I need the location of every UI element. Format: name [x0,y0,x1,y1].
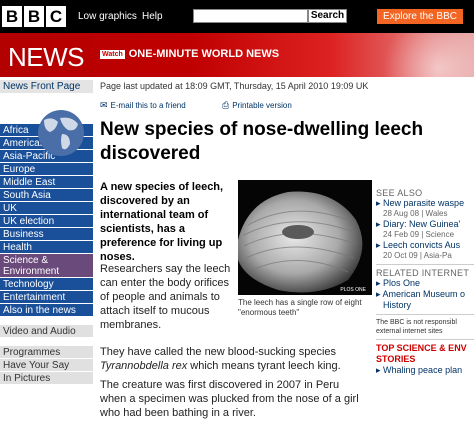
sidebar-item-have-your-say[interactable]: Have Your Say [0,359,93,372]
right-column: SEE ALSO ▸ New parasite waspe 28 Aug 08 … [376,188,474,376]
divider [376,339,474,340]
sidebar-spacer [0,338,93,346]
see-also-meta: 24 Feb 09 | Science [383,230,455,239]
sidebar-nav: News Front Page Africa Americas Asia-Pac… [0,80,93,421]
world-map-area [0,94,93,156]
photo-credit: PLOS ONE [340,287,366,293]
related-link-plos[interactable]: ▸ Plos One [376,278,474,289]
divider [376,314,474,315]
paragraph-text: They have called the new blood-sucking s… [100,346,337,358]
see-also-link[interactable]: ▸ New parasite waspe [376,198,474,209]
bbc-logo[interactable]: B B C [2,6,66,27]
sidebar-spacer [0,317,93,325]
printer-icon: ⎙ [222,100,230,110]
see-also-link[interactable]: ▸ Leech convicts Aus [376,240,474,251]
email-link[interactable]: ✉ E-mail this to a friend [100,100,186,111]
top-story-link[interactable]: ▸ Whaling peace plan [376,365,474,376]
leech-image: PLOS ONE [238,180,372,295]
sidebar-item-in-pictures[interactable]: In Pictures [0,372,93,385]
paragraph-text: which means tyrant leech king. [187,360,341,372]
sidebar-item-also-in-news[interactable]: Also in the news [0,304,93,317]
divider [376,264,474,265]
sidebar-item-uk[interactable]: UK [0,202,93,215]
sidebar-item-south-asia[interactable]: South Asia [0,189,93,202]
sidebar-item-programmes[interactable]: Programmes [0,346,93,359]
sidebar-item-science-environment[interactable]: Science & Environment [0,254,93,278]
explore-bbc-button[interactable]: Explore the BBC [377,9,463,24]
article-paragraph: Researchers say the leech can enter the … [100,263,231,331]
sidebar-item-entertainment[interactable]: Entertainment [0,291,93,304]
see-also-link[interactable]: ▸ Diary: New Guinea' [376,219,474,230]
sidebar-item-europe[interactable]: Europe [0,163,93,176]
search-button[interactable]: Search [308,9,347,23]
one-minute-news-link[interactable]: Watch ONE-MINUTE WORLD NEWS [100,48,279,60]
sidebar-item-health[interactable]: Health [0,241,93,254]
sidebar-item-uk-election[interactable]: UK election [0,215,93,228]
print-link-label: Printable version [232,101,292,110]
related-internet-heading: RELATED INTERNET [376,268,470,278]
print-link[interactable]: ⎙ Printable version [222,100,292,111]
logo-letter: B [24,6,44,27]
masthead: B B C Low graphics Help Search Explore t… [0,0,474,33]
see-also-heading: SEE ALSO [376,188,423,198]
one-minute-label: ONE-MINUTE WORLD NEWS [128,48,280,60]
globe-graphic [354,33,474,77]
photo-caption: The leech has a single row of eight "eno… [238,298,362,317]
email-link-label: E-mail this to a friend [110,101,186,110]
sidebar-item-middle-east[interactable]: Middle East [0,176,93,189]
article-headline: New species of nose-dwelling leech disco… [100,119,424,164]
news-banner: NEWS Watch ONE-MINUTE WORLD NEWS [0,33,474,77]
sidebar-item-technology[interactable]: Technology [0,278,93,291]
last-updated: Page last updated at 18:09 GMT, Thursday… [100,81,369,91]
top-stories-heading: TOP SCIENCE & ENV STORIES [376,343,467,364]
see-also-meta: 20 Oct 09 | Asia-Pa [383,251,452,260]
see-also-meta: 28 Aug 08 | Wales [383,209,448,218]
help-link[interactable]: Help [142,11,163,22]
sidebar-item-business[interactable]: Business [0,228,93,241]
email-icon: ✉ [100,100,108,110]
related-link-amnh[interactable]: ▸ American Museum o History [376,289,474,311]
logo-letter: C [46,6,66,27]
leech-photo: PLOS ONE [238,180,372,295]
world-map-icon [38,110,84,156]
low-graphics-link[interactable]: Low graphics [78,11,137,22]
sidebar-item-video-audio[interactable]: Video and Audio [0,325,93,338]
watch-tag: Watch [100,49,125,59]
sidebar-item-front-page[interactable]: News Front Page [0,80,93,94]
article-intro: A new species of leech, discovered by an… [100,181,224,263]
disclaimer-note: The BBC is not responsibl external inter… [376,319,457,335]
article-paragraph: They have called the new blood-sucking s… [100,345,368,373]
species-name: Tyrannobdella rex [100,360,188,372]
article-paragraph: The creature was first discovered in 200… [100,379,359,419]
news-title[interactable]: NEWS [8,42,85,73]
logo-letter: B [2,6,22,27]
search-input[interactable] [193,9,308,23]
